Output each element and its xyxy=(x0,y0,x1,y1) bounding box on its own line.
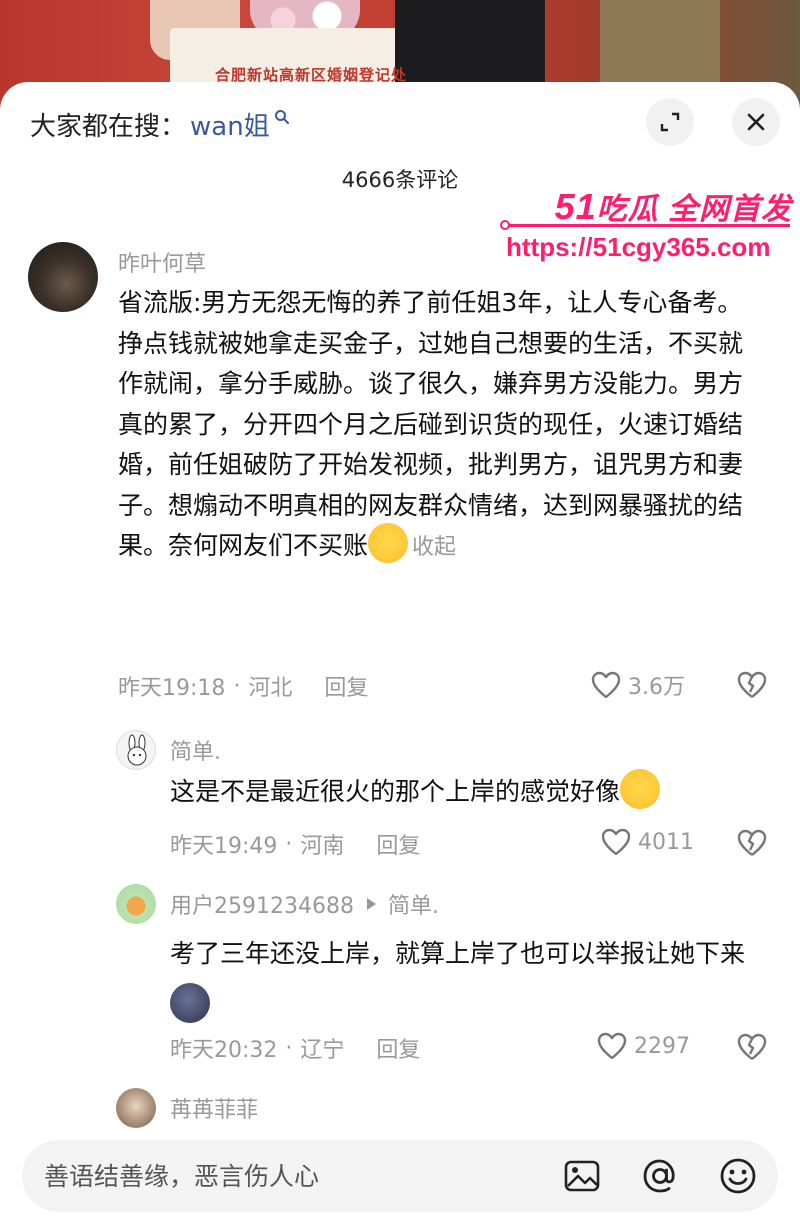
broken-heart-icon[interactable] xyxy=(736,1032,768,1062)
watermark-brand: 51吃瓜 全网首发 xyxy=(555,184,792,228)
trending-search-term[interactable]: wan姐 xyxy=(190,106,270,143)
like-count: 2297 xyxy=(634,1033,690,1059)
watermark-dot xyxy=(500,220,510,230)
broken-heart-icon[interactable] xyxy=(736,670,768,700)
separator: · xyxy=(233,673,241,699)
smirk-emoji-icon xyxy=(368,523,409,563)
comment-time: 昨天20:32 xyxy=(170,1038,278,1063)
mention-button[interactable] xyxy=(638,1154,682,1198)
like-count: 4011 xyxy=(638,829,694,855)
search-icon xyxy=(274,110,289,124)
comment-text: 考了三年还没上岸，就算上岸了也可以举报让她下来 xyxy=(170,928,770,1032)
comment-meta: 昨天19:49 · 河南 回复 xyxy=(170,828,420,860)
comment-text: 省流版:男方无怨无悔的养了前任姐3年，让人专心备考。挣点钱就被她拿走买金子，过她… xyxy=(118,283,766,569)
comment-location: 河北 xyxy=(248,676,293,701)
like-button[interactable]: 3.6万 xyxy=(590,669,685,701)
reply-button[interactable]: 回复 xyxy=(376,1032,420,1064)
dark-moon-emoji-icon xyxy=(170,983,210,1023)
comment-input[interactable] xyxy=(44,1161,560,1191)
comment-username[interactable]: 苒苒菲菲 xyxy=(170,1092,258,1124)
at-icon xyxy=(643,1159,675,1193)
avatar[interactable] xyxy=(28,242,98,312)
avatar[interactable] xyxy=(116,730,156,770)
avatar[interactable] xyxy=(116,884,156,924)
image-button[interactable] xyxy=(560,1154,604,1198)
bunny-icon xyxy=(127,734,147,766)
like-button[interactable]: 4011 xyxy=(600,827,694,857)
comment-body: 省流版:男方无怨无悔的养了前任姐3年，让人专心备考。挣点钱就被她拿走买金子，过她… xyxy=(118,288,744,560)
reply-arrow-icon xyxy=(366,898,376,910)
watermark-url: https://51cgy365.com xyxy=(506,232,771,262)
broken-heart-icon[interactable] xyxy=(736,828,768,858)
watermark-brand-text: 吃瓜 全网首发 xyxy=(596,193,792,226)
trending-search[interactable]: 大家都在搜： wan姐 xyxy=(30,104,290,144)
expand-icon xyxy=(660,112,680,132)
comment-body: 这是不是最近很火的那个上岸的感觉好像 xyxy=(170,777,621,806)
close-icon xyxy=(747,113,765,131)
trending-search-label: 大家都在搜： xyxy=(30,111,187,142)
comment-location: 河南 xyxy=(300,834,345,859)
comment-username[interactable]: 昨叶何草 xyxy=(118,246,206,278)
watermark-brand-number: 51 xyxy=(554,186,597,227)
heart-icon xyxy=(597,1032,627,1060)
comment-meta: 昨天20:32 · 辽宁 回复 xyxy=(170,1032,420,1064)
comment-time: 昨天19:49 xyxy=(170,834,278,859)
separator: · xyxy=(285,831,293,857)
comment-time: 昨天19:18 xyxy=(118,676,226,701)
comment-username[interactable]: 简单. xyxy=(170,734,221,766)
comment-body: 考了三年还没上岸，就算上岸了也可以举报让她下来 xyxy=(170,939,746,968)
reply-header: 用户2591234688 简单. xyxy=(170,888,439,920)
comment-panel: 大家都在搜： wan姐 4666条评论 51吃瓜 全网首发 https://51… xyxy=(0,82,800,1222)
collapse-link[interactable]: 收起 xyxy=(412,535,456,560)
comment-location: 辽宁 xyxy=(300,1038,345,1063)
separator: · xyxy=(285,1035,293,1061)
smiley-icon xyxy=(720,1158,756,1194)
reply-button[interactable]: 回复 xyxy=(324,670,368,702)
watermark-divider xyxy=(502,224,790,227)
like-button[interactable]: 2297 xyxy=(596,1031,690,1061)
close-button[interactable] xyxy=(732,98,780,146)
laughing-crying-emoji-icon xyxy=(620,769,661,809)
heart-icon xyxy=(591,671,621,699)
reply-to-username[interactable]: 简单. xyxy=(388,888,439,920)
comment-input-bar xyxy=(22,1140,778,1212)
watermark: 51吃瓜 全网首发 https://51cgy365.com xyxy=(500,184,800,274)
emoji-button[interactable] xyxy=(716,1154,760,1198)
reply-button[interactable]: 回复 xyxy=(376,828,420,860)
image-icon xyxy=(564,1160,600,1192)
expand-button[interactable] xyxy=(646,98,694,146)
heart-icon xyxy=(601,828,631,856)
like-count: 3.6万 xyxy=(628,675,685,700)
comment-username[interactable]: 用户2591234688 xyxy=(170,888,354,920)
comment-text: 这是不是最近很火的那个上岸的感觉好像 xyxy=(170,769,770,813)
comment-meta: 昨天19:18 · 河北 回复 xyxy=(118,670,368,702)
